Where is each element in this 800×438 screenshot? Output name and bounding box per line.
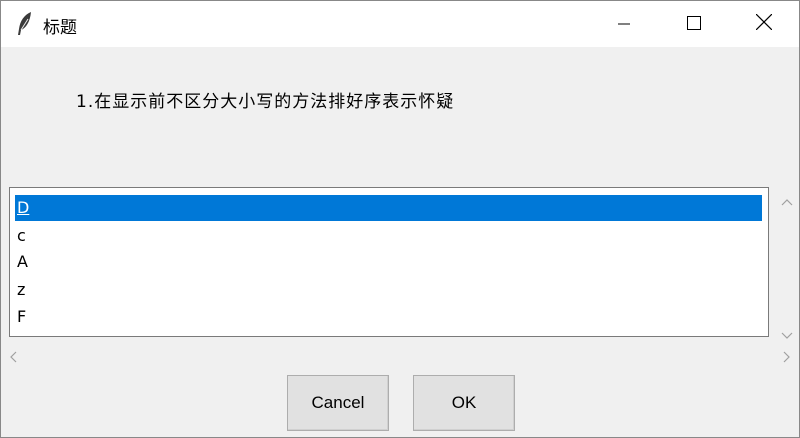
item-listbox[interactable]: D c A z F <box>9 187 769 337</box>
list-item[interactable]: A <box>15 249 762 275</box>
horizontal-scrollbar[interactable] <box>1 343 799 365</box>
cancel-button[interactable]: Cancel <box>287 375 389 431</box>
title-bar[interactable]: 标题 <box>1 1 799 47</box>
ok-button[interactable]: OK <box>413 375 515 431</box>
close-icon <box>755 13 773 34</box>
scroll-right-arrow-icon[interactable] <box>783 348 791 367</box>
maximize-icon <box>687 15 701 34</box>
close-button[interactable] <box>729 1 799 47</box>
vertical-scrollbar[interactable] <box>775 187 799 339</box>
list-item[interactable]: F <box>15 304 762 330</box>
maximize-button[interactable] <box>659 1 729 47</box>
feather-icon <box>15 11 35 37</box>
dialog-window: 标题 1.在显示前不区分大小写的方法排好序表示怀疑 D c A z F Canc… <box>0 0 800 438</box>
list-item[interactable]: D <box>15 195 762 221</box>
list-item[interactable]: z <box>15 277 762 303</box>
dialog-message: 1.在显示前不区分大小写的方法排好序表示怀疑 <box>76 92 455 112</box>
scroll-down-arrow-icon[interactable] <box>781 325 793 344</box>
list-item[interactable]: c <box>15 223 762 249</box>
scroll-left-arrow-icon[interactable] <box>9 348 17 367</box>
scroll-up-arrow-icon[interactable] <box>781 191 793 210</box>
window-title: 标题 <box>43 18 77 38</box>
minimize-icon <box>618 15 630 34</box>
minimize-button[interactable] <box>589 1 659 47</box>
